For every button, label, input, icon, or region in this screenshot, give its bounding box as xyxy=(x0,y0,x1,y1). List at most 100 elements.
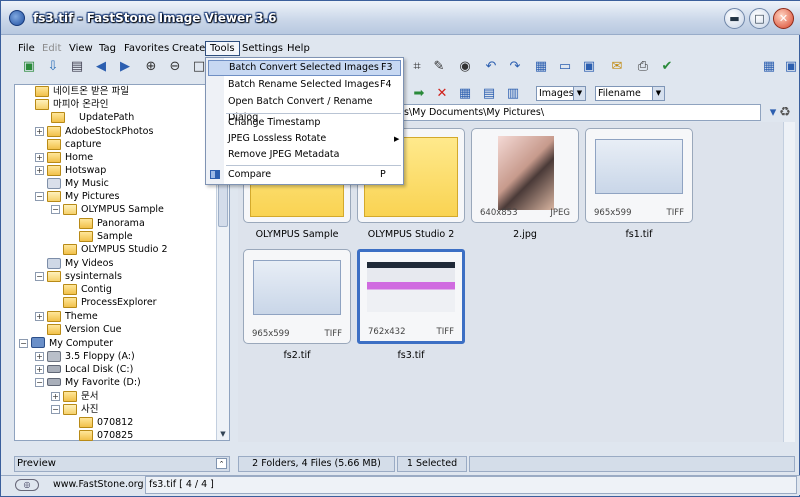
collapse-preview-icon[interactable]: ⌃ xyxy=(216,458,227,469)
image-dimensions: 762x432 xyxy=(368,327,406,337)
thumbnail-label: fs3.tif xyxy=(397,350,425,361)
preview-panel-header[interactable]: Preview ⌃ xyxy=(14,456,230,472)
thumbnail-image[interactable]: 965x599 TIFF xyxy=(585,128,693,223)
expand-icon[interactable]: + xyxy=(35,166,44,175)
folder-open-icon xyxy=(63,404,77,415)
website-link[interactable]: www.FastStone.org xyxy=(53,479,144,490)
compare-icon xyxy=(210,170,220,179)
collapse-icon[interactable]: − xyxy=(35,192,44,201)
menu-item-batch-convert[interactable]: Batch Convert Selected Images F3 xyxy=(208,60,401,76)
menu-view[interactable]: View xyxy=(65,41,97,56)
expand-icon[interactable]: + xyxy=(35,312,44,321)
floppy-icon xyxy=(47,351,61,362)
zoom-out-icon[interactable]: ⊖ xyxy=(167,59,183,75)
image-dimensions: 965x599 xyxy=(252,329,290,339)
thumbnail-image[interactable]: 965x599 TIFF xyxy=(243,249,351,344)
menu-item-remove-metadata[interactable]: Remove JPEG Metadata xyxy=(208,147,401,163)
folder-icon xyxy=(47,165,61,176)
rotate-left-icon[interactable]: ↶ xyxy=(483,59,499,75)
detail-view-icon[interactable]: ▥ xyxy=(505,86,521,102)
draw-icon[interactable]: ✎ xyxy=(431,59,447,75)
layout-icon[interactable]: ▦ xyxy=(761,59,777,75)
folder-icon xyxy=(79,231,93,242)
zoom-in-icon[interactable]: ⊕ xyxy=(143,59,159,75)
favorite-icon[interactable]: ✔ xyxy=(659,59,675,75)
menu-item-open-batch-dialog[interactable]: Open Batch Convert / Rename Dialog xyxy=(208,94,401,123)
path-input[interactable]: s\My Documents\My Pictures\ xyxy=(401,104,761,121)
expand-icon[interactable]: + xyxy=(51,392,60,401)
window-mode-icon[interactable]: ▣ xyxy=(783,59,799,75)
image-dimensions: 640x853 xyxy=(480,208,518,218)
forward-icon[interactable]: ▶ xyxy=(117,59,133,75)
collapse-icon[interactable]: − xyxy=(51,205,60,214)
thumbnail-label: OLYMPUS Sample xyxy=(255,229,339,240)
menu-separator xyxy=(226,165,401,166)
menu-settings[interactable]: Settings xyxy=(238,41,287,56)
collapse-icon[interactable]: − xyxy=(51,405,60,414)
recycle-icon[interactable]: ♻ xyxy=(777,105,793,121)
folder-open-icon xyxy=(63,204,77,215)
sort-select[interactable]: Filename ▼ xyxy=(595,86,665,101)
thumbnail-image-selected[interactable]: 762x432 TIFF xyxy=(357,249,465,344)
save-icon[interactable]: ▤ xyxy=(69,59,85,75)
copy-to-icon[interactable]: ➡ xyxy=(411,86,427,102)
sort-select-value: Filename xyxy=(598,88,641,99)
folder-icon xyxy=(63,244,77,255)
screenshot-thumbnail xyxy=(253,260,341,315)
menu-item-jpeg-rotate[interactable]: JPEG Lossless Rotate ▶ xyxy=(208,131,401,147)
email-icon[interactable]: ✉ xyxy=(609,59,625,75)
list-view-icon[interactable]: ▤ xyxy=(481,86,497,102)
maximize-button[interactable]: □ xyxy=(749,8,770,29)
thumbnail-image[interactable]: 640x853 JPEG xyxy=(471,128,579,223)
menu-item-compare[interactable]: Compare P xyxy=(208,167,401,183)
menu-tag[interactable]: Tag xyxy=(95,41,120,56)
menu-item-change-timestamp[interactable]: Change Timestamp xyxy=(208,115,401,131)
expand-icon[interactable]: + xyxy=(35,365,44,374)
close-button[interactable]: ✕ xyxy=(773,8,794,29)
menu-file[interactable]: File xyxy=(14,41,39,56)
folder-tree: ▲ ▼ 네이트온 받은 파일 마피아 온라인 UpdatePath + Adob… xyxy=(14,84,230,441)
filter-select-value: Images xyxy=(539,88,574,99)
computer-icon xyxy=(31,337,45,348)
folder-icon xyxy=(79,218,93,229)
scroll-down-icon[interactable]: ▼ xyxy=(217,428,229,440)
folder-icon xyxy=(47,324,61,335)
back-icon[interactable]: ◀ xyxy=(93,59,109,75)
fullscreen-icon[interactable]: ▣ xyxy=(581,59,597,75)
rotate-right-icon[interactable]: ↷ xyxy=(507,59,523,75)
import-icon[interactable]: ⇩ xyxy=(45,59,61,75)
menu-favorites[interactable]: Favorites xyxy=(120,41,173,56)
slideshow-icon[interactable]: ▭ xyxy=(557,59,573,75)
thumbnail-label: OLYMPUS Studio 2 xyxy=(367,229,455,240)
red-eye-icon[interactable]: ◉ xyxy=(457,59,473,75)
grid-view-icon[interactable]: ▦ xyxy=(457,86,473,102)
collapse-icon[interactable]: − xyxy=(35,272,44,281)
menu-edit[interactable]: Edit xyxy=(38,41,65,56)
collapse-icon[interactable]: − xyxy=(35,378,44,387)
folder-icon xyxy=(47,139,61,150)
collapse-icon[interactable]: − xyxy=(19,339,28,348)
filter-select[interactable]: Images ▼ xyxy=(536,86,586,101)
menu-create[interactable]: Create xyxy=(168,41,209,56)
menu-tools[interactable]: Tools xyxy=(205,41,240,56)
menu-item-batch-rename[interactable]: Batch Rename Selected Images F4 xyxy=(208,77,401,93)
expand-icon[interactable]: + xyxy=(35,352,44,361)
folder-open-icon xyxy=(47,191,61,202)
submenu-arrow-icon: ▶ xyxy=(394,135,400,143)
delete-icon[interactable]: ✕ xyxy=(434,86,450,102)
minimize-button[interactable]: ▬ xyxy=(724,8,745,29)
menu-separator xyxy=(226,113,401,114)
open-folder-icon[interactable]: ▣ xyxy=(21,59,37,75)
folder-icon xyxy=(51,112,65,123)
bottom-bar: ◎ www.FastStone.org fs3.tif [ 4 / 4 ] xyxy=(1,475,800,495)
print-icon[interactable]: ⎙ xyxy=(635,59,651,75)
folder-open-icon xyxy=(47,271,61,282)
thumbnail-scrollbar[interactable] xyxy=(783,122,795,442)
image-format: TIFF xyxy=(324,329,342,339)
chevron-down-icon: ▼ xyxy=(652,87,664,100)
expand-icon[interactable]: + xyxy=(35,153,44,162)
menu-help[interactable]: Help xyxy=(283,41,314,56)
thumbnails-icon[interactable]: ▦ xyxy=(533,59,549,75)
expand-icon[interactable]: + xyxy=(35,127,44,136)
crop-icon[interactable]: ⌗ xyxy=(409,59,425,75)
